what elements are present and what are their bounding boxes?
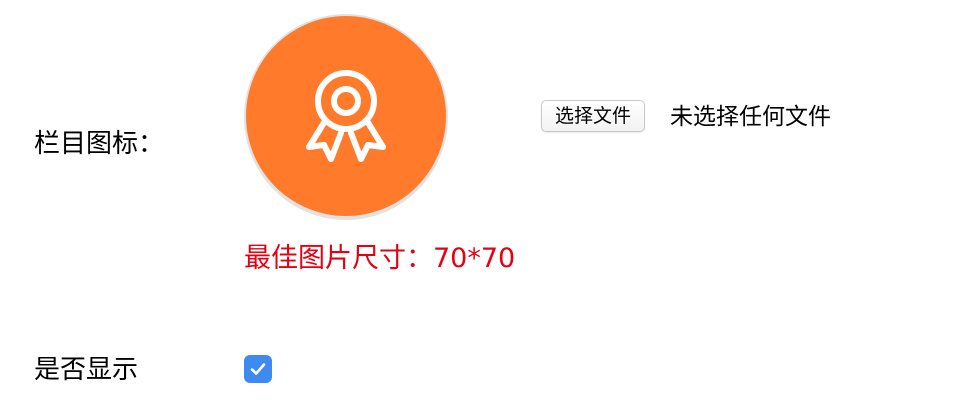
award-ribbon-icon bbox=[306, 70, 386, 162]
visibility-field-label: 是否显示 bbox=[34, 355, 139, 385]
file-status-text: 未选择任何文件 bbox=[670, 104, 831, 130]
image-size-hint: 最佳图片尺寸：70*70 bbox=[244, 243, 516, 274]
checkmark-icon bbox=[250, 363, 266, 375]
icon-preview-circle bbox=[246, 16, 446, 216]
choose-file-button[interactable]: 选择文件 bbox=[541, 100, 646, 132]
visibility-checkbox[interactable] bbox=[244, 355, 272, 383]
icon-preview bbox=[244, 14, 448, 220]
form-page: 栏目图标： 选择文件 未选择任何文件 最佳图片尺寸：70*70 是否显示 bbox=[0, 0, 980, 412]
icon-field-label: 栏目图标： bbox=[34, 129, 165, 159]
